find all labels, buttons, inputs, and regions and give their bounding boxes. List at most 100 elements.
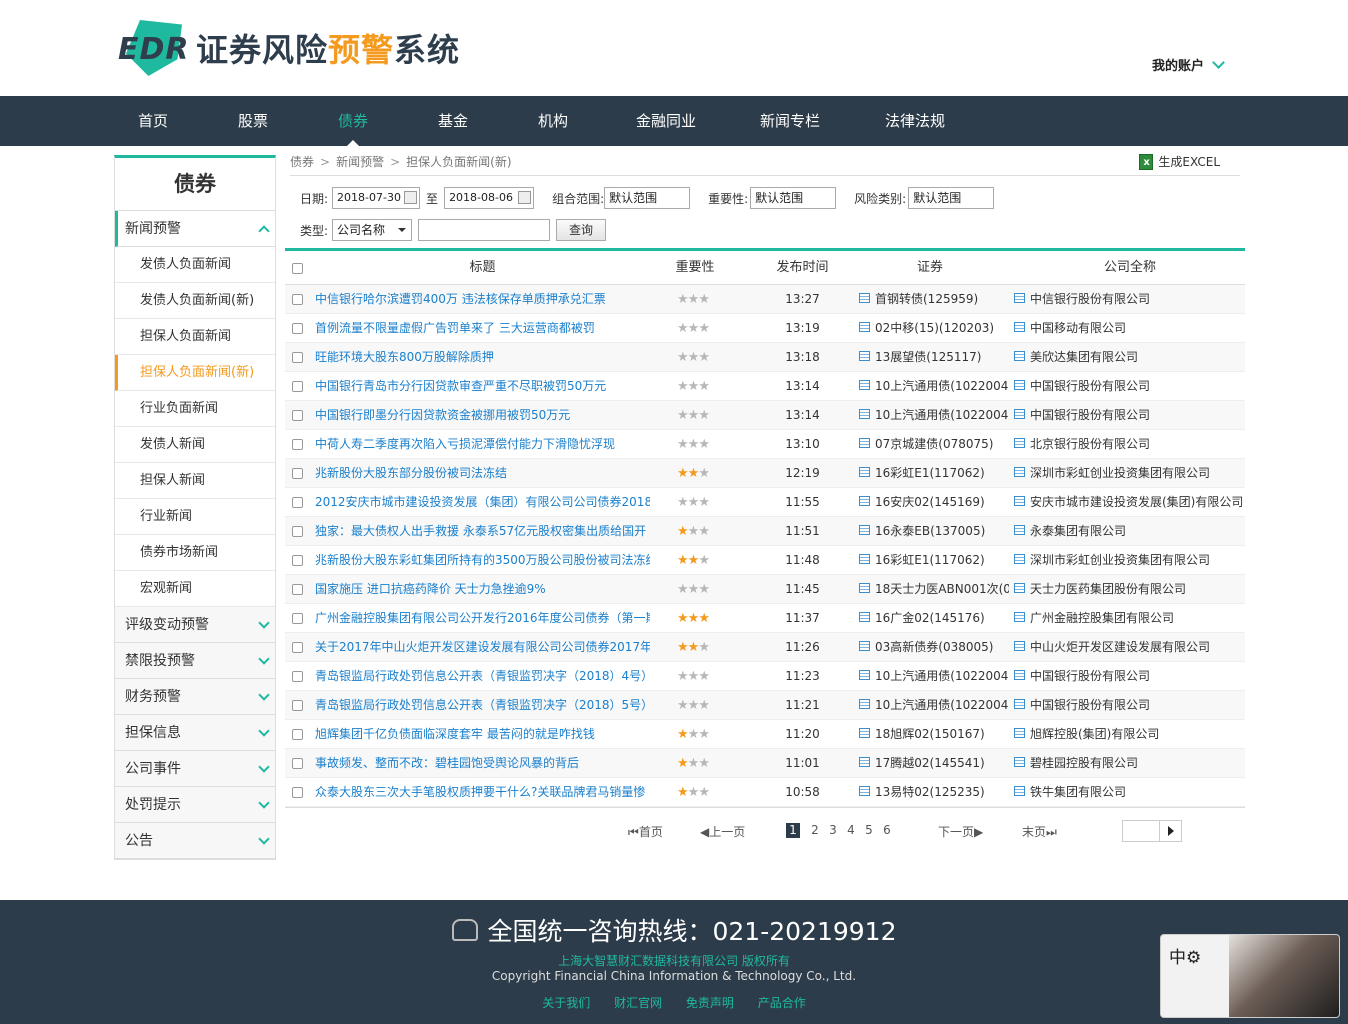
- news-title-link[interactable]: 首例流量不限量虚假广告罚单来了 三大运营商都被罚: [315, 314, 650, 343]
- select-all-checkbox[interactable]: [292, 263, 303, 274]
- security-cell[interactable]: 16彩虹E1(117062): [859, 546, 1009, 575]
- news-title-link[interactable]: 青岛银监局行政处罚信息公开表（青银监罚决字（2018）4号）: [315, 662, 650, 691]
- breadcrumb-item[interactable]: 新闻预警: [336, 155, 384, 169]
- security-cell[interactable]: 首钢转债(125959): [859, 285, 1009, 314]
- news-title-link[interactable]: 中国银行青岛市分行因贷款审查严重不尽职被罚50万元: [315, 372, 650, 401]
- page-number-current[interactable]: 1: [786, 823, 800, 838]
- security-cell[interactable]: 13展望债(125117): [859, 343, 1009, 372]
- news-title-link[interactable]: 旺能环境大股东800万股解除质押: [315, 343, 650, 372]
- company-cell[interactable]: 中国移动有限公司: [1014, 314, 1245, 343]
- row-checkbox[interactable]: [292, 787, 303, 798]
- page-number[interactable]: 6: [880, 823, 894, 837]
- news-title-link[interactable]: 关于2017年中山火炬开发区建设发展有限公司公司债券2017年度: [315, 633, 650, 662]
- date-from-input[interactable]: 2018-07-30: [332, 187, 421, 209]
- calendar-icon[interactable]: [518, 191, 532, 204]
- row-checkbox[interactable]: [292, 294, 303, 305]
- sidebar-section[interactable]: 财务预警: [115, 679, 275, 715]
- news-title-link[interactable]: 众泰大股东三次大手笔股权质押要干什么?关联品牌君马销量惨: [315, 778, 650, 807]
- row-checkbox[interactable]: [292, 381, 303, 392]
- group-range-field[interactable]: 默认范围: [604, 187, 691, 209]
- table-row[interactable]: 中国银行即墨分行因贷款资金被挪用被罚50万元 ★★★ 13:14 10上汽通用债(10…: [285, 401, 1245, 430]
- sidebar-item[interactable]: 行业负面新闻: [115, 391, 275, 427]
- news-title-link[interactable]: 广州金融控股集团有限公司公开发行2016年度公司债券（第一期）: [315, 604, 650, 633]
- company-cell[interactable]: 铁牛集团有限公司: [1014, 778, 1245, 807]
- table-row[interactable]: 国家施压 进口抗癌药降价 天士力急挫逾9% ★★★ 11:45 18天士力医ABN00…: [285, 575, 1245, 604]
- news-title-link[interactable]: 旭辉集团千亿负债面临深度套牢 最苦闷的就是咋找钱: [315, 720, 650, 749]
- company-cell[interactable]: 天士力医药集团股份有限公司: [1014, 575, 1245, 604]
- account-menu[interactable]: 我的账户: [1152, 55, 1225, 74]
- sidebar-item[interactable]: 发债人新闻: [115, 427, 275, 463]
- table-row[interactable]: 关于2017年中山火炬开发区建设发展有限公司公司债券2017年度 ★★★ 11:26…: [285, 633, 1245, 662]
- row-checkbox[interactable]: [292, 555, 303, 566]
- page-number[interactable]: 5: [862, 823, 876, 837]
- company-cell[interactable]: 中山火炬开发区建设发展有限公司: [1014, 633, 1245, 662]
- row-checkbox[interactable]: [292, 671, 303, 682]
- table-row[interactable]: 独家：最大债权人出手救援 永泰系57亿元股权密集出质给国开 ★★★ 11:51 16永…: [285, 517, 1245, 546]
- company-cell[interactable]: 永泰集团有限公司: [1014, 517, 1245, 546]
- export-excel-button[interactable]: 生成EXCEL: [1139, 148, 1220, 177]
- row-checkbox[interactable]: [292, 410, 303, 421]
- row-checkbox[interactable]: [292, 526, 303, 537]
- table-row[interactable]: 青岛银监局行政处罚信息公开表（青银监罚决字（2018）5号） ★★★ 11:21 10…: [285, 691, 1245, 720]
- news-title-link[interactable]: 独家：最大债权人出手救援 永泰系57亿元股权密集出质给国开: [315, 517, 650, 546]
- table-row[interactable]: 青岛银监局行政处罚信息公开表（青银监罚决字（2018）4号） ★★★ 11:23 10…: [285, 662, 1245, 691]
- security-cell[interactable]: 07京城建债(078075): [859, 430, 1009, 459]
- news-title-link[interactable]: 事故频发、整而不改：碧桂园饱受舆论风暴的背后: [315, 749, 650, 778]
- sidebar-section[interactable]: 公告: [115, 823, 275, 859]
- security-cell[interactable]: 10上汽通用债(1022004): [859, 662, 1009, 691]
- risk-type-field[interactable]: 默认范围: [908, 187, 995, 209]
- next-page-button[interactable]: 下一页▶: [938, 823, 983, 840]
- sidebar-item[interactable]: 担保人新闻: [115, 463, 275, 499]
- sidebar-item[interactable]: 担保人负面新闻: [115, 319, 275, 355]
- security-cell[interactable]: 10上汽通用债(1022004): [859, 691, 1009, 720]
- security-cell[interactable]: 13易特02(125235): [859, 778, 1009, 807]
- row-checkbox[interactable]: [292, 729, 303, 740]
- table-row[interactable]: 中荷人寿二季度再次陷入亏损泥潭偿付能力下滑隐忧浮现 ★★★ 13:10 07京城建债(…: [285, 430, 1245, 459]
- nav-item-home[interactable]: 首页: [138, 96, 168, 146]
- page-jump-input[interactable]: [1122, 820, 1160, 842]
- sidebar-item[interactable]: 发债人负面新闻(新): [115, 283, 275, 319]
- logo[interactable]: EDR 证券风险预警系统: [118, 20, 460, 76]
- security-cell[interactable]: 18旭辉02(150167): [859, 720, 1009, 749]
- row-checkbox[interactable]: [292, 323, 303, 334]
- sidebar-item[interactable]: 宏观新闻: [115, 571, 275, 607]
- table-row[interactable]: 广州金融控股集团有限公司公开发行2016年度公司债券（第一期） ★★★ 11:37 1…: [285, 604, 1245, 633]
- row-checkbox[interactable]: [292, 700, 303, 711]
- row-checkbox[interactable]: [292, 352, 303, 363]
- nav-item-news[interactable]: 新闻专栏: [760, 96, 820, 146]
- table-row[interactable]: 中国银行青岛市分行因贷款审查严重不尽职被罚50万元 ★★★ 13:14 10上汽通用债…: [285, 372, 1245, 401]
- footer-link[interactable]: 产品合作: [758, 996, 806, 1010]
- security-cell[interactable]: 10上汽通用债(1022004): [859, 372, 1009, 401]
- sidebar-section[interactable]: 禁限投预警: [115, 643, 275, 679]
- sidebar-section-news-alert[interactable]: 新闻预警: [115, 211, 275, 247]
- page-number[interactable]: 4: [844, 823, 858, 837]
- company-cell[interactable]: 碧桂园控股有限公司: [1014, 749, 1245, 778]
- company-cell[interactable]: 美欣达集团有限公司: [1014, 343, 1245, 372]
- security-cell[interactable]: 03高新债券(038005): [859, 633, 1009, 662]
- company-cell[interactable]: 深圳市彩虹创业投资集团有限公司: [1014, 459, 1245, 488]
- sidebar-section[interactable]: 公司事件: [115, 751, 275, 787]
- table-row[interactable]: 首例流量不限量虚假广告罚单来了 三大运营商都被罚 ★★★ 13:19 02中移(15)…: [285, 314, 1245, 343]
- row-checkbox[interactable]: [292, 584, 303, 595]
- security-cell[interactable]: 16永泰EB(137005): [859, 517, 1009, 546]
- security-cell[interactable]: 16彩虹E1(117062): [859, 459, 1009, 488]
- sidebar-section[interactable]: 处罚提示: [115, 787, 275, 823]
- table-row[interactable]: 2012安庆市城市建设投资发展（集团）有限公司公司债券2018年 ★★★ 11:55…: [285, 488, 1245, 517]
- news-title-link[interactable]: 国家施压 进口抗癌药降价 天士力急挫逾9%: [315, 575, 650, 604]
- row-checkbox[interactable]: [292, 468, 303, 479]
- query-button[interactable]: 查询: [556, 219, 607, 241]
- news-title-link[interactable]: 青岛银监局行政处罚信息公开表（青银监罚决字（2018）5号）: [315, 691, 650, 720]
- date-to-input[interactable]: 2018-08-06: [444, 187, 535, 209]
- nav-item-funds[interactable]: 基金: [438, 96, 468, 146]
- footer-link[interactable]: 免责声明: [686, 996, 734, 1010]
- breadcrumb-item[interactable]: 债券: [290, 155, 314, 169]
- table-row[interactable]: 兆新股份大股东彩虹集团所持有的3500万股公司股份被司法冻结 ★★★ 11:48 16…: [285, 546, 1245, 575]
- sidebar-item[interactable]: 发债人负面新闻: [115, 247, 275, 283]
- security-cell[interactable]: 10上汽通用债(1022004): [859, 401, 1009, 430]
- calendar-icon[interactable]: [404, 191, 418, 204]
- company-cell[interactable]: 北京银行股份有限公司: [1014, 430, 1245, 459]
- sidebar-item[interactable]: 行业新闻: [115, 499, 275, 535]
- ime-widget[interactable]: 中⚙: [1160, 934, 1340, 1018]
- last-page-button[interactable]: 末页⏭: [1022, 823, 1057, 840]
- sidebar-section[interactable]: 担保信息: [115, 715, 275, 751]
